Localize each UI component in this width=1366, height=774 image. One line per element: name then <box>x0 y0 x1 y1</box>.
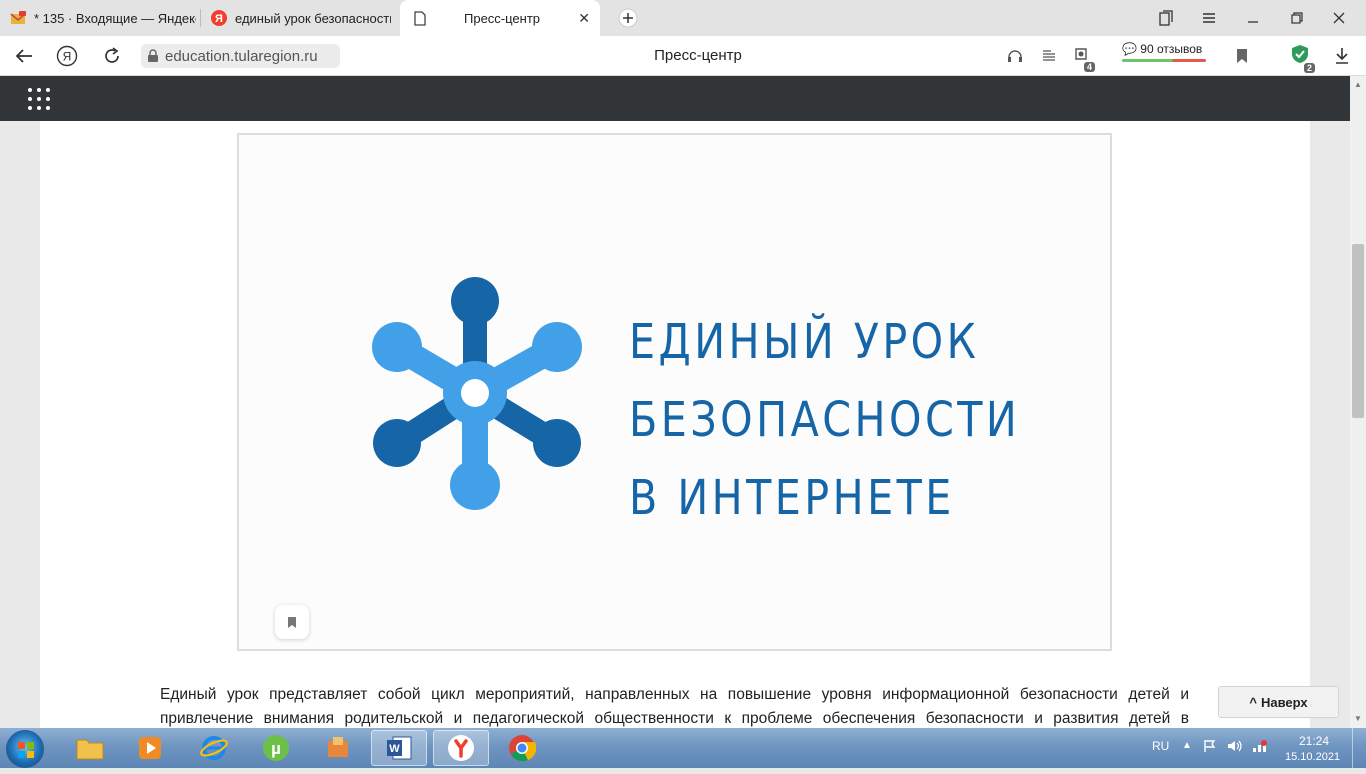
start-button[interactable] <box>6 730 44 768</box>
svg-text:µ: µ <box>271 739 281 758</box>
installer-icon <box>328 737 348 757</box>
taskbar-media-player[interactable] <box>122 730 178 766</box>
logo-line: ЕДИНЫЙ УРОК <box>629 314 980 370</box>
reviews-count: 90 отзывов <box>1140 42 1203 56</box>
word-icon: W <box>387 736 412 760</box>
menu-icon[interactable] <box>1196 6 1222 30</box>
close-tab-icon[interactable]: ✕ <box>578 10 590 27</box>
collections-icon[interactable] <box>1153 6 1179 30</box>
scroll-to-top-button[interactable]: ^ Наверх <box>1218 686 1339 718</box>
tab-title: Пресс-центр <box>464 10 541 26</box>
comment-icon: 💬 <box>1122 42 1137 56</box>
url-text: education.tularegion.ru <box>165 47 318 65</box>
downloads-icon[interactable] <box>1330 44 1354 68</box>
yandex-logo-icon: Я <box>56 45 78 67</box>
yandex-home-button[interactable]: Я <box>55 44 79 68</box>
language-indicator[interactable]: RU <box>1152 739 1169 753</box>
page-viewport: ЕДИНЫЙ УРОК БЕЗОПАСНОСТИ В ИНТЕРНЕТЕ Еди… <box>0 121 1350 728</box>
reload-button[interactable] <box>100 44 124 68</box>
tab-mail[interactable]: * 135 · Входящие — Яндекс <box>10 0 196 36</box>
svg-text:Я: Я <box>215 13 223 25</box>
folder-icon <box>76 739 104 760</box>
show-desktop-button[interactable] <box>1352 728 1366 768</box>
clock-time[interactable]: 21:24 <box>1299 734 1329 748</box>
reader-mode-icon[interactable] <box>1037 44 1061 68</box>
svg-text:Я: Я <box>63 50 72 64</box>
scroll-to-top-label: Наверх <box>1260 694 1308 710</box>
mail-icon <box>10 10 26 26</box>
taskbar-word[interactable]: W <box>371 730 427 766</box>
plus-icon <box>618 8 638 28</box>
safety-logo-emblem-icon <box>372 277 582 510</box>
tab-press-center[interactable]: Пресс-центр ✕ <box>400 0 600 36</box>
clock-date[interactable]: 15.10.2021 <box>1285 751 1340 763</box>
volume-icon[interactable] <box>1227 739 1243 756</box>
internet-explorer-icon <box>200 736 228 760</box>
protect-shield-icon[interactable]: 2 <box>1288 44 1315 73</box>
reviews-widget[interactable]: 💬 90 отзывов <box>1122 42 1206 62</box>
apps-grid-icon[interactable] <box>28 88 50 110</box>
logo-text: ЕДИНЫЙ УРОК БЕЗОПАСНОСТИ В ИНТЕРНЕТЕ <box>629 303 1021 537</box>
windows-logo-icon <box>18 742 34 758</box>
close-window-button[interactable] <box>1326 6 1352 30</box>
lock-icon <box>148 49 158 62</box>
taskbar-chrome[interactable] <box>494 730 550 766</box>
chrome-icon <box>509 735 536 762</box>
taskbar-app[interactable] <box>310 730 366 766</box>
minimize-button[interactable] <box>1240 6 1266 30</box>
page-icon <box>412 10 428 26</box>
vertical-scrollbar[interactable]: ▲ ▼ <box>1350 76 1366 728</box>
logo-line: В ИНТЕРНЕТЕ <box>629 470 955 526</box>
extension-icon[interactable]: 4 <box>1069 44 1095 72</box>
image-bookmark-button[interactable] <box>275 605 309 639</box>
article-container: ЕДИНЫЙ УРОК БЕЗОПАСНОСТИ В ИНТЕРНЕТЕ Еди… <box>40 121 1310 728</box>
taskbar-utorrent[interactable]: µ <box>248 730 304 766</box>
article-image: ЕДИНЫЙ УРОК БЕЗОПАСНОСТИ В ИНТЕРНЕТЕ <box>237 133 1112 651</box>
tab-divider <box>200 9 201 27</box>
media-player-icon <box>139 737 161 759</box>
back-arrow-icon <box>15 49 32 63</box>
protect-badge: 2 <box>1303 62 1315 73</box>
action-center-flag-icon[interactable] <box>1203 739 1217 756</box>
restore-button[interactable] <box>1284 6 1310 30</box>
scroll-thumb[interactable] <box>1352 244 1364 418</box>
scroll-down-arrow-icon[interactable]: ▼ <box>1353 714 1363 724</box>
tab-search[interactable]: Я единый урок безопасности <box>211 0 391 36</box>
reload-icon <box>105 47 119 63</box>
bookmark-icon <box>288 616 296 628</box>
paragraph-line: Единый урок представляет собой цикл меро… <box>160 686 1189 703</box>
taskbar-yandex-browser[interactable] <box>433 730 489 766</box>
windows-taskbar: µ W RU ▲ 21:24 15.10.2021 <box>0 728 1366 768</box>
extension-badge: 4 <box>1083 61 1095 72</box>
utorrent-icon: µ <box>263 735 289 761</box>
bookmark-icon[interactable] <box>1230 44 1254 68</box>
taskbar-explorer[interactable] <box>62 730 118 766</box>
tab-title: * 135 · Входящие — Яндекс <box>34 10 196 26</box>
scroll-up-arrow-icon[interactable]: ▲ <box>1353 80 1363 90</box>
back-button[interactable] <box>12 44 36 68</box>
rating-bar <box>1122 59 1206 62</box>
address-bar: Я education.tularegion.ru Пресс-центр 4 … <box>0 36 1366 76</box>
page-title: Пресс-центр <box>654 47 742 64</box>
logo-line: БЕЗОПАСНОСТИ <box>629 392 1021 448</box>
tab-strip: * 135 · Входящие — Яндекс Я единый урок … <box>0 0 1366 36</box>
new-tab-button[interactable] <box>615 6 641 30</box>
tray-expand-icon[interactable]: ▲ <box>1182 740 1192 751</box>
taskbar-internet-explorer[interactable] <box>186 730 242 766</box>
paragraph-line: привлечение внимания родительской и педа… <box>160 710 1189 727</box>
url-field[interactable]: education.tularegion.ru <box>141 44 340 68</box>
article-body: Единый урок представляет собой цикл меро… <box>160 683 1189 728</box>
network-icon[interactable] <box>1252 739 1268 756</box>
tab-title: единый урок безопасности <box>235 10 391 26</box>
caret-up-icon: ^ <box>1249 694 1257 710</box>
yandex-icon: Я <box>211 10 227 26</box>
site-header <box>0 76 1350 121</box>
svg-text:W: W <box>389 743 400 755</box>
headphones-icon[interactable] <box>1003 44 1027 68</box>
yandex-browser-icon <box>448 735 474 761</box>
